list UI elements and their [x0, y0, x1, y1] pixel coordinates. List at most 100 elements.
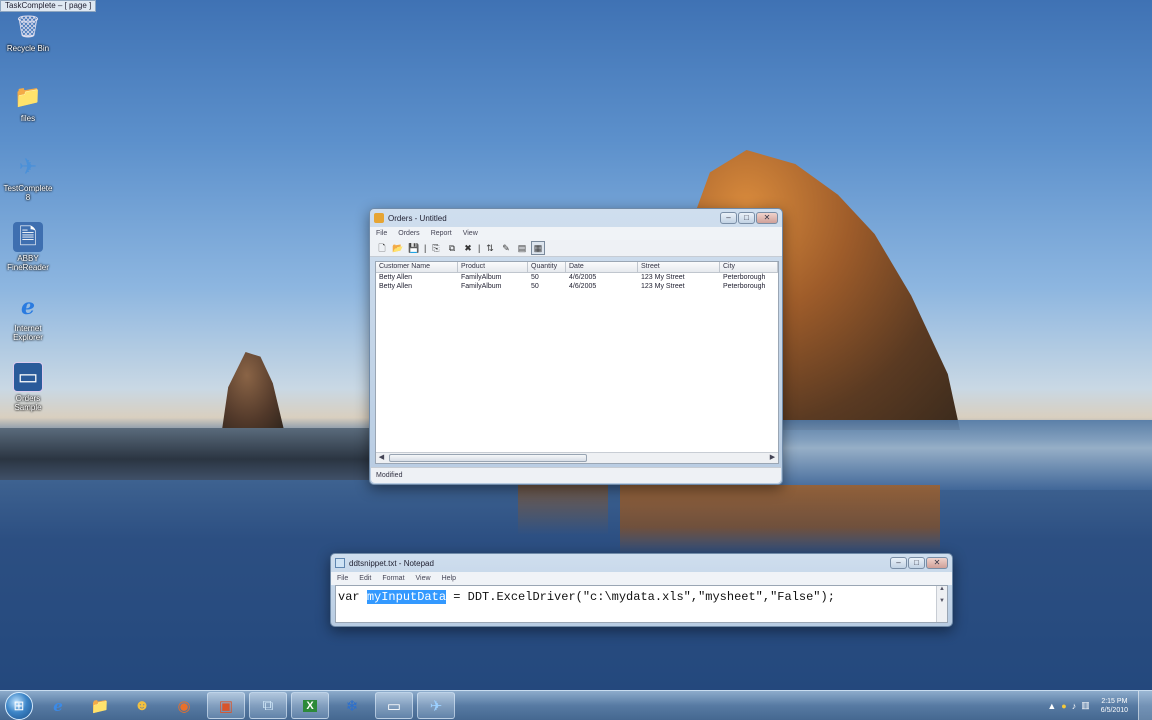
orders-titlebar[interactable]: Orders - Untitled – □ ✕	[370, 209, 782, 227]
horizontal-scrollbar[interactable]: ◀ ▶	[376, 452, 778, 463]
toolbar-separator: |	[424, 243, 427, 253]
delete-icon[interactable]: ✖	[461, 241, 475, 255]
selected-text: myInputData	[366, 590, 447, 604]
orders-list-header: Customer Name Product Quantity Date Stre…	[376, 262, 778, 273]
notepad-window: ddtsnippet.txt - Notepad – □ ✕ File Edit…	[330, 553, 953, 627]
testcomplete-icon: ✈	[429, 697, 443, 715]
taskbar-orders[interactable]: ▭	[375, 692, 413, 719]
rock-reflection-small	[518, 485, 608, 535]
cell: Betty Allen	[379, 283, 413, 290]
orders-menubar: File Orders Report View	[370, 227, 782, 240]
orders-window: Orders - Untitled – □ ✕ File Orders Repo…	[369, 208, 783, 485]
save-icon[interactable]: 💾	[407, 241, 421, 255]
orders-window-title: Orders - Untitled	[388, 213, 447, 223]
start-button[interactable]: ⊞	[5, 691, 33, 720]
orders-toolbar: 🗋 📂 💾 | ⎘ ⧉ ✖ | ⇅ ✎ ▤ ▦	[370, 240, 782, 257]
taskbar-explorer[interactable]: 📁	[81, 692, 119, 719]
cell: 123 My Street	[641, 274, 685, 281]
scroll-left-icon[interactable]: ◀	[376, 453, 387, 463]
desktop-icon-files[interactable]: 📁 files	[4, 78, 52, 148]
taskbar-messenger[interactable]: ☻	[123, 692, 161, 719]
taskbar-excel[interactable]: X	[291, 692, 329, 719]
close-button[interactable]: ✕	[926, 557, 948, 569]
system-tray: ▲ ● ♪ ▥ 2:15 PM 6/5/2010	[1047, 697, 1138, 715]
cell: 50	[531, 283, 539, 290]
cell: Betty Allen	[379, 274, 413, 281]
maximize-button[interactable]: □	[738, 212, 755, 224]
notepad-menubar: File Edit Format View Help	[331, 572, 952, 585]
volume-icon[interactable]: ♪	[1072, 701, 1077, 711]
cell: Peterborough	[723, 283, 766, 290]
action-center-icon[interactable]: ●	[1061, 701, 1066, 711]
menu-view[interactable]: View	[416, 575, 431, 582]
orders-list[interactable]: Customer Name Product Quantity Date Stre…	[375, 261, 779, 464]
scroll-right-icon[interactable]: ▶	[767, 453, 778, 463]
taskbar-firefox[interactable]: ◉	[165, 692, 203, 719]
desktop-icon-recycle-bin[interactable]: 🗑 Recycle Bin	[4, 8, 52, 78]
column-header[interactable]: City	[720, 262, 778, 272]
cell: 4/6/2005	[569, 283, 597, 290]
window-app-icon: ▭	[13, 362, 43, 392]
sort-icon[interactable]: ⇅	[483, 241, 497, 255]
taskbar-powerpoint[interactable]: ▣	[207, 692, 245, 719]
desktop-icon-testcomplete[interactable]: ✈ TestComplete 8	[4, 148, 53, 218]
show-hidden-icons-icon[interactable]: ▲	[1047, 701, 1056, 711]
menu-edit[interactable]: Edit	[359, 575, 371, 582]
list-view-icon[interactable]: ▤	[515, 241, 529, 255]
notepad-titlebar[interactable]: ddtsnippet.txt - Notepad – □ ✕	[331, 554, 952, 572]
desktop-icons: 🗑 Recycle Bin 📁 files ✈ TestComplete 8 🗎…	[4, 8, 53, 428]
cell: Peterborough	[723, 274, 766, 281]
network-icon[interactable]: ▥	[1081, 700, 1090, 711]
maximize-button[interactable]: □	[908, 557, 925, 569]
desktop-icon-abby[interactable]: 🗎 ABBY FineReader	[4, 218, 52, 288]
duplicate-icon[interactable]: ⧉	[445, 241, 459, 255]
menu-file[interactable]: File	[376, 230, 387, 237]
orders-app-icon	[374, 213, 384, 223]
menu-file[interactable]: File	[337, 575, 348, 582]
snowflake-icon: ❄	[345, 697, 359, 715]
edit-icon[interactable]: ✎	[499, 241, 513, 255]
show-desktop-button[interactable]	[1138, 690, 1152, 720]
desktop-icon-orders[interactable]: ▭ Orders Sample	[4, 358, 52, 428]
close-button[interactable]: ✕	[756, 212, 778, 224]
cell: 4/6/2005	[569, 274, 597, 281]
minimize-button[interactable]: –	[720, 212, 737, 224]
powerpoint-icon: ▣	[218, 697, 234, 715]
desktop-icon-label: Orders Sample	[14, 394, 42, 412]
vertical-scrollbar[interactable]: ▲ ▼	[936, 586, 947, 622]
taskbar-internet-explorer[interactable]: e	[39, 692, 77, 719]
taskbar-snowflake[interactable]: ❄	[333, 692, 371, 719]
taskbar-testcomplete[interactable]: ✈	[417, 692, 455, 719]
internet-explorer-icon: e	[21, 294, 35, 320]
open-icon[interactable]: 📂	[391, 241, 405, 255]
new-icon[interactable]: 🗋	[375, 241, 389, 255]
column-header[interactable]: Date	[566, 262, 638, 272]
details-view-icon[interactable]: ▦	[531, 241, 545, 255]
recycle-bin-icon: 🗑	[14, 14, 42, 39]
copy-icon[interactable]: ⎘	[429, 241, 443, 255]
cell: FamilyAlbum	[461, 283, 502, 290]
column-header[interactable]: Customer Name	[376, 262, 458, 272]
menu-help[interactable]: Help	[442, 575, 456, 582]
desktop-icon-internet-explorer[interactable]: e Internet Explorer	[4, 288, 52, 358]
column-header[interactable]: Street	[638, 262, 720, 272]
menu-report[interactable]: Report	[431, 230, 452, 237]
excel-icon: X	[303, 699, 317, 712]
notepad-text-area[interactable]: var myInputData = DDT.ExcelDriver("c:\my…	[335, 585, 948, 623]
table-row[interactable]: Betty Allen FamilyAlbum 50 4/6/2005 123 …	[376, 282, 778, 291]
code-prefix: var	[338, 590, 367, 604]
menu-orders[interactable]: Orders	[398, 230, 419, 237]
rock-reflection	[620, 485, 940, 555]
column-header[interactable]: Product	[458, 262, 528, 272]
clock[interactable]: 2:15 PM 6/5/2010	[1095, 697, 1134, 715]
column-header[interactable]: Quantity	[528, 262, 566, 272]
menu-format[interactable]: Format	[382, 575, 404, 582]
messenger-icon: ☻	[134, 697, 150, 714]
minimize-button[interactable]: –	[890, 557, 907, 569]
table-row[interactable]: Betty Allen FamilyAlbum 50 4/6/2005 123 …	[376, 273, 778, 282]
desktop-icon-label: ABBY FineReader	[7, 254, 49, 272]
notepad-app-icon	[335, 558, 345, 568]
taskbar-app[interactable]: ⧉	[249, 692, 287, 719]
scrollbar-thumb[interactable]	[389, 454, 587, 462]
menu-view[interactable]: View	[463, 230, 478, 237]
